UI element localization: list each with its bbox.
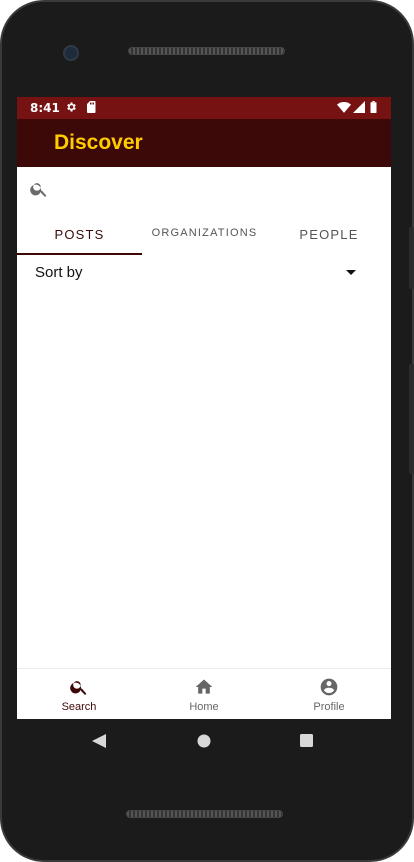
volume-button xyxy=(409,364,414,474)
bottom-navigation: Search Home Profile xyxy=(17,668,391,719)
sort-label: Sort by xyxy=(35,264,83,281)
home-circle-icon[interactable] xyxy=(197,734,211,748)
status-bar: 8:41 xyxy=(17,97,391,119)
dropdown-arrow-icon xyxy=(346,270,356,275)
search-bar[interactable] xyxy=(17,167,391,209)
search-icon xyxy=(30,183,47,197)
search-icon xyxy=(70,681,87,695)
nav-label-search: Search xyxy=(61,701,97,713)
sort-dropdown[interactable]: Sort by xyxy=(17,259,391,287)
nav-item-search[interactable]: Search xyxy=(17,669,141,719)
top-speaker xyxy=(128,47,285,55)
page-title: Discover xyxy=(54,131,143,154)
search-input[interactable] xyxy=(57,175,381,205)
tab-organizations[interactable]: ORGANIZATIONS xyxy=(142,215,267,255)
system-navigation-bar xyxy=(17,719,391,763)
profile-icon xyxy=(320,678,338,696)
nav-label-home: Home xyxy=(189,701,219,713)
home-icon xyxy=(195,679,213,694)
app-screen: 8:41 Discover POSTS ORGANIZATIONS PEOPLE xyxy=(17,97,391,719)
nav-label-profile: Profile xyxy=(313,701,345,713)
back-icon[interactable] xyxy=(92,734,106,748)
sd-card-icon xyxy=(87,101,96,113)
bottom-speaker xyxy=(126,810,283,818)
nav-item-home[interactable]: Home xyxy=(142,669,266,719)
app-bar: Discover xyxy=(17,119,391,167)
wifi-icon xyxy=(337,101,351,113)
power-button xyxy=(409,227,414,289)
signal-icon xyxy=(353,101,365,113)
nav-item-profile[interactable]: Profile xyxy=(267,669,391,719)
tab-bar: POSTS ORGANIZATIONS PEOPLE xyxy=(17,215,391,255)
gear-icon xyxy=(67,102,76,112)
front-camera xyxy=(63,45,79,61)
tab-posts[interactable]: POSTS xyxy=(17,215,142,255)
tab-people[interactable]: PEOPLE xyxy=(267,215,391,255)
recents-icon[interactable] xyxy=(300,734,313,747)
status-time: 8:41 xyxy=(30,101,60,115)
battery-icon xyxy=(370,101,377,113)
